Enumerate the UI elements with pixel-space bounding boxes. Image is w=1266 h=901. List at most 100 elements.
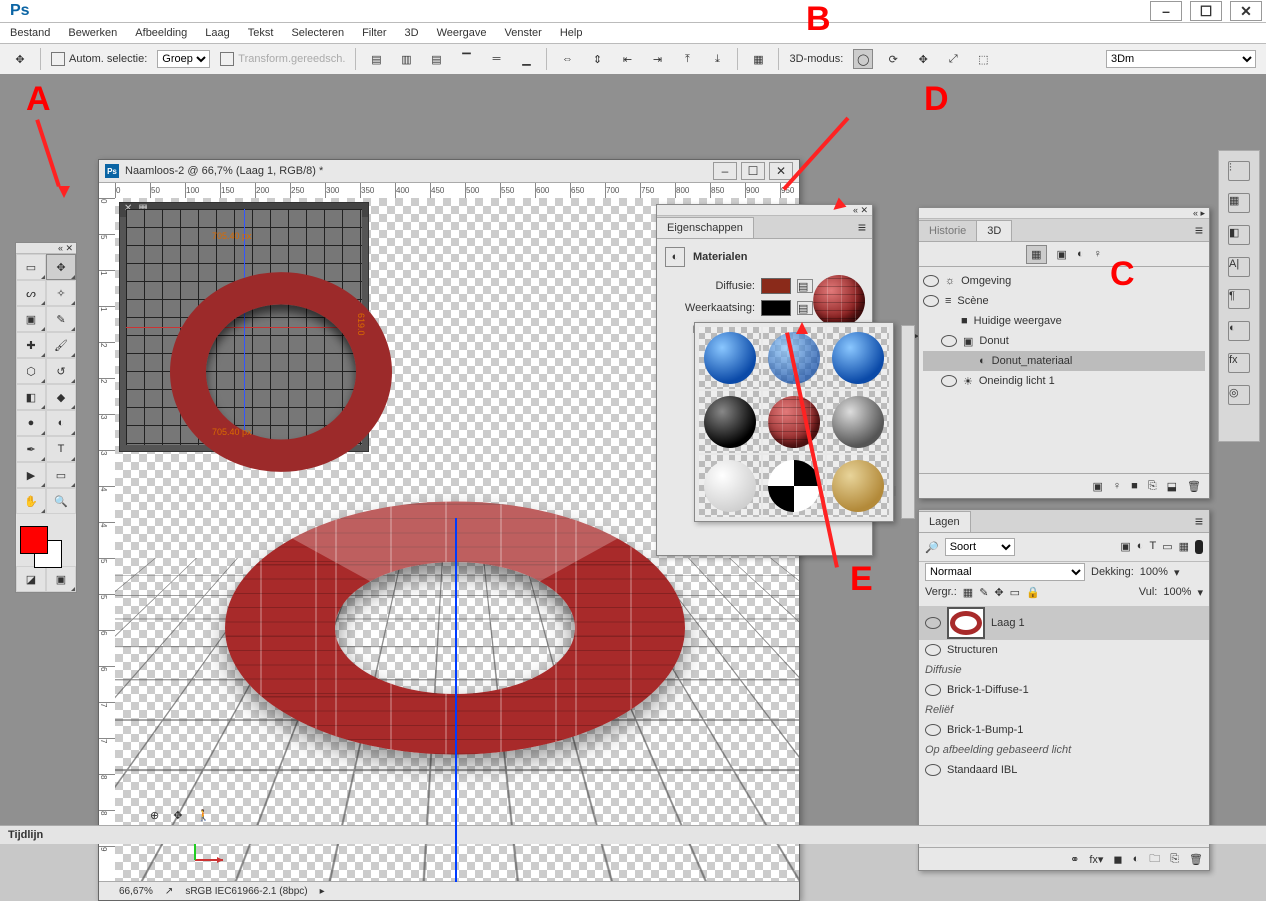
- auto-select-check[interactable]: Autom. selectie:: [51, 52, 147, 66]
- layer-trash-icon[interactable]: 🗑: [1189, 853, 1203, 866]
- 3d-camera-orbit-icon[interactable]: ⊕: [150, 809, 159, 822]
- bucket-tool[interactable]: ◆: [46, 384, 76, 410]
- menu-3d[interactable]: 3D: [405, 27, 419, 39]
- fill-value[interactable]: 100%: [1163, 586, 1191, 598]
- distribute-bottom-icon[interactable]: ⤓: [707, 49, 727, 69]
- marquee-tool[interactable]: ▭: [16, 254, 46, 280]
- eraser-tool[interactable]: ◧: [16, 384, 46, 410]
- window-minimize[interactable]: –: [1150, 1, 1182, 21]
- crop-tool[interactable]: ▣: [16, 306, 46, 332]
- 3d-orbit-icon[interactable]: ◯: [853, 49, 873, 69]
- filter-pixel-icon[interactable]: ▣: [1120, 540, 1130, 554]
- move-tool[interactable]: ✥: [46, 254, 76, 280]
- zoom-tool[interactable]: 🔍: [46, 488, 76, 514]
- menu-laag[interactable]: Laag: [205, 27, 229, 39]
- menu-tekst[interactable]: Tekst: [248, 27, 274, 39]
- vis-scene[interactable]: [923, 295, 939, 307]
- layer-mask-icon[interactable]: ◼: [1113, 853, 1122, 866]
- align-right-icon[interactable]: ▤: [426, 49, 446, 69]
- vis-light[interactable]: [941, 375, 957, 387]
- doc-zoom[interactable]: 66,67%: [119, 886, 153, 897]
- distribute-h-icon[interactable]: ⇔: [557, 49, 577, 69]
- filter-shape-icon[interactable]: ▭: [1162, 540, 1172, 554]
- 3d-new-icon[interactable]: ⎘: [1148, 480, 1157, 493]
- structures-label[interactable]: Structuren: [947, 644, 998, 656]
- screenmode-toggle[interactable]: ▣: [46, 566, 76, 592]
- reflection-texture-icon[interactable]: ▤: [797, 301, 813, 315]
- foreground-color[interactable]: [20, 526, 48, 554]
- tree-env[interactable]: Omgeving: [961, 275, 1011, 287]
- stamp-tool[interactable]: ⬡: [16, 358, 46, 384]
- 3d-light-icon[interactable]: ♀: [1113, 480, 1121, 492]
- history-brush-tool[interactable]: ↺: [46, 358, 76, 384]
- menu-bestand[interactable]: Bestand: [10, 27, 50, 39]
- 3d-camera-pan-icon[interactable]: ✥: [173, 809, 182, 822]
- tree-view[interactable]: Huidige weergave: [974, 315, 1062, 327]
- path-select-tool[interactable]: ▶: [16, 462, 46, 488]
- doc-expose-icon[interactable]: ↗: [165, 886, 173, 897]
- tree-scene[interactable]: Scène: [957, 295, 988, 307]
- layers-menu-icon[interactable]: ≡: [1189, 513, 1209, 529]
- menu-filter[interactable]: Filter: [362, 27, 386, 39]
- filter-all-icon[interactable]: ▦: [1026, 245, 1046, 264]
- vis-mesh[interactable]: [941, 335, 957, 347]
- dock-brushes-icon[interactable]: ⫶: [1228, 161, 1250, 181]
- eyedropper-tool[interactable]: ✎: [46, 306, 76, 332]
- reflection-swatch[interactable]: [761, 300, 791, 316]
- distribute-top-icon[interactable]: ⤒: [677, 49, 697, 69]
- tab-historie[interactable]: Historie: [919, 220, 977, 241]
- lock-paint-icon[interactable]: ✎: [979, 586, 988, 599]
- filter-smart-icon[interactable]: ▦: [1179, 540, 1189, 554]
- material-white[interactable]: [699, 455, 761, 517]
- panel-menu-icon[interactable]: ≡: [852, 219, 872, 235]
- quickmask-toggle[interactable]: ◪: [16, 566, 46, 592]
- doc-maximize[interactable]: ☐: [741, 162, 765, 180]
- filter-material-icon[interactable]: ◐: [1077, 248, 1084, 260]
- pen-tool[interactable]: ✒: [16, 436, 46, 462]
- tab-tijdlijn[interactable]: Tijdlijn: [8, 829, 43, 841]
- brush-tool[interactable]: 🖌: [46, 332, 76, 358]
- vis-structures[interactable]: [925, 644, 941, 656]
- dock-paragraph-icon[interactable]: ¶: [1228, 289, 1250, 309]
- lock-artboard-icon[interactable]: ▭: [1010, 586, 1020, 599]
- align-top-icon[interactable]: ▔: [456, 49, 476, 69]
- distribute-right-icon[interactable]: ⇥: [647, 49, 667, 69]
- menu-venster[interactable]: Venster: [505, 27, 542, 39]
- material-black[interactable]: [699, 391, 761, 453]
- tex2-name[interactable]: Brick-1-Bump-1: [947, 724, 1023, 736]
- tab-lagen[interactable]: Lagen: [919, 511, 971, 532]
- move-tool-icon[interactable]: ✥: [10, 49, 30, 69]
- tree-material[interactable]: Donut_materiaal: [992, 355, 1073, 367]
- layer-fx-icon[interactable]: fx▾: [1089, 853, 1103, 866]
- menu-bewerken[interactable]: Bewerken: [68, 27, 117, 39]
- vis-tex2[interactable]: [925, 724, 941, 736]
- material-brick[interactable]: [763, 391, 825, 453]
- 3d-trash-icon[interactable]: 🗑: [1187, 480, 1201, 493]
- blur-tool[interactable]: ●: [16, 410, 46, 436]
- shape-tool[interactable]: ▭: [46, 462, 76, 488]
- dock-cc-icon[interactable]: ◎: [1228, 385, 1250, 405]
- material-preview-sphere[interactable]: [813, 275, 865, 327]
- transform-controls-check[interactable]: Transform.gereedsch.: [220, 52, 345, 66]
- window-close[interactable]: ✕: [1230, 1, 1262, 21]
- dock-swatches-icon[interactable]: ▦: [1228, 193, 1250, 213]
- vis-tex1[interactable]: [925, 684, 941, 696]
- material-picker-scrollbar[interactable]: [901, 325, 915, 519]
- 3d-panel-menu-icon[interactable]: ≡: [1189, 222, 1209, 238]
- blend-mode-select[interactable]: Normaal: [925, 563, 1085, 581]
- distribute-left-icon[interactable]: ⇤: [617, 49, 637, 69]
- 3d-render-icon[interactable]: ▣: [1093, 480, 1103, 493]
- hand-tool[interactable]: ✋: [16, 488, 46, 514]
- lock-all-icon[interactable]: 🔒: [1026, 586, 1040, 599]
- align-bottom-icon[interactable]: ▁: [516, 49, 536, 69]
- workspace-select[interactable]: 3Dm: [1106, 50, 1256, 68]
- tab-eigenschappen[interactable]: Eigenschappen: [657, 217, 754, 238]
- menu-selecteren[interactable]: Selecteren: [291, 27, 344, 39]
- layer1-name[interactable]: Laag 1: [991, 617, 1025, 629]
- layer-new-icon[interactable]: ⎘: [1170, 853, 1179, 866]
- tab-3d[interactable]: 3D: [977, 220, 1012, 241]
- doc-minimize[interactable]: –: [713, 162, 737, 180]
- auto-align-icon[interactable]: ▦: [748, 49, 768, 69]
- dock-color-icon[interactable]: ◧: [1228, 225, 1250, 245]
- vis-env[interactable]: [923, 275, 939, 287]
